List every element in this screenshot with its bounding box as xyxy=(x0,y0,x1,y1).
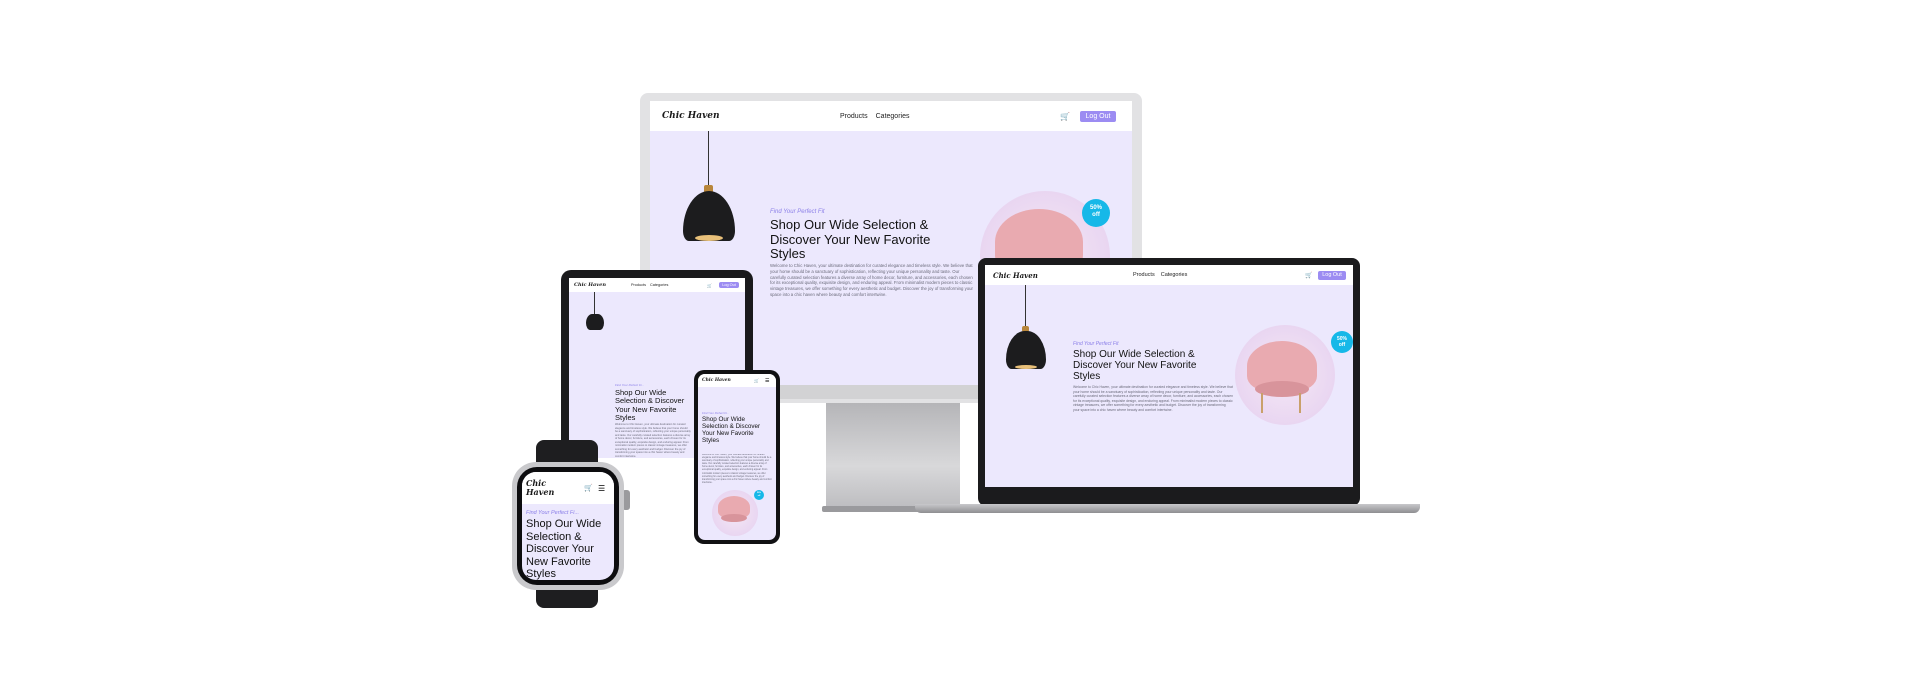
badge-off: off xyxy=(757,495,761,497)
pendant-lamp-shade xyxy=(683,191,735,241)
phone-eyebrow: Find Your Perfect Fi... xyxy=(702,411,729,415)
laptop-heading: Shop Our Wide Selection & Discover Your … xyxy=(1073,349,1197,383)
phone-heading: Shop Our Wide Selection & Discover Your … xyxy=(702,416,761,445)
badge-percent: 50% xyxy=(756,492,761,494)
tablet-nav: Chic Haven Products Categories 🛒 Log Out xyxy=(569,278,745,292)
badge-off: off xyxy=(1338,342,1346,348)
watch-bezel: Chic Haven 🛒 ☰ Find Your Perfect Fi... S… xyxy=(517,467,619,585)
discount-badge: 50% off xyxy=(1331,331,1353,353)
monitor-stand xyxy=(826,403,960,508)
desktop-eyebrow: Find Your Perfect Fit xyxy=(770,209,825,215)
watch-logo[interactable]: Chic Haven xyxy=(526,479,554,497)
phone-logo[interactable]: Chic Haven xyxy=(702,378,731,383)
cart-icon[interactable]: 🛒 xyxy=(1305,272,1312,279)
discount-badge: 50% off xyxy=(1082,199,1110,227)
tablet-paragraph: Welcome to Chic Haven, your ultimate des… xyxy=(615,423,691,457)
phone-screen: Chic Haven 🛒 ☰ Find Your Perfect Fi... S… xyxy=(698,374,776,540)
hamburger-menu-icon[interactable]: ☰ xyxy=(765,378,769,384)
laptop-nav-categories[interactable]: Categories xyxy=(1161,272,1188,278)
tablet-logo[interactable]: Chic Haven xyxy=(574,282,606,288)
pendant-lamp-shade xyxy=(586,314,604,330)
cart-icon[interactable]: 🛒 xyxy=(707,283,712,288)
desktop-nav: Chic Haven Products Categories 🛒 Log Out xyxy=(650,101,1132,131)
pendant-lamp-cord xyxy=(594,292,595,314)
chair-leg xyxy=(1299,393,1301,413)
phone-nav: Chic Haven 🛒 ☰ xyxy=(698,374,776,387)
laptop-logout-button[interactable]: Log Out xyxy=(1318,270,1346,280)
pendant-lamp-shade xyxy=(1006,331,1046,369)
cart-icon[interactable]: 🛒 xyxy=(1060,112,1070,121)
badge-off: off xyxy=(1092,212,1100,218)
laptop-eyebrow: Find Your Perfect Fit xyxy=(1073,341,1119,347)
laptop-base xyxy=(915,504,1420,513)
chair-leg xyxy=(1261,393,1263,413)
desktop-nav-products[interactable]: Products xyxy=(840,113,868,120)
desktop-heading: Shop Our Wide Selection & Discover Your … xyxy=(770,217,931,262)
desktop-logout-button[interactable]: Log Out xyxy=(1080,110,1116,122)
cart-icon[interactable]: 🛒 xyxy=(754,378,759,383)
pendant-lamp-cord xyxy=(708,131,709,186)
pendant-lamp-bulb xyxy=(1015,365,1037,369)
watch-eyebrow: Find Your Perfect Fi... xyxy=(526,510,580,516)
watch-screen: Chic Haven 🛒 ☰ Find Your Perfect Fi... S… xyxy=(522,472,614,580)
laptop: Chic Haven Products Categories 🛒 Log Out… xyxy=(978,258,1360,506)
phone: Chic Haven 🛒 ☰ Find Your Perfect Fi... S… xyxy=(694,370,780,544)
cart-icon[interactable]: 🛒 xyxy=(584,484,593,492)
pendant-lamp-bulb xyxy=(695,235,723,241)
smartwatch: Chic Haven 🛒 ☰ Find Your Perfect Fi... S… xyxy=(512,462,624,590)
tablet-eyebrow: Find Your Perfect Fi... xyxy=(615,383,644,387)
badge-percent: 50% xyxy=(1089,205,1102,211)
watch-nav: Chic Haven 🛒 ☰ xyxy=(522,472,614,504)
phone-paragraph: Welcome to Chic Haven, your ultimate des… xyxy=(702,454,772,484)
discount-badge: 50% off xyxy=(754,490,764,500)
laptop-screen: Chic Haven Products Categories 🛒 Log Out… xyxy=(985,265,1353,487)
desktop-nav-categories[interactable]: Categories xyxy=(876,113,910,120)
laptop-paragraph: Welcome to Chic Haven, your ultimate des… xyxy=(1073,385,1234,412)
tablet-nav-products[interactable]: Products xyxy=(631,283,646,287)
tablet-logout-button[interactable]: Log Out xyxy=(719,282,739,288)
desktop-paragraph: Welcome to Chic Haven, your ultimate des… xyxy=(770,263,973,297)
tablet-heading: Shop Our Wide Selection & Discover Your … xyxy=(615,388,685,423)
watch-heading: Shop Our Wide Selection & Discover Your … xyxy=(526,518,602,580)
tablet-nav-categories[interactable]: Categories xyxy=(650,283,668,287)
laptop-nav-products[interactable]: Products xyxy=(1133,272,1155,278)
laptop-nav: Chic Haven Products Categories 🛒 Log Out xyxy=(985,265,1353,285)
laptop-logo[interactable]: Chic Haven xyxy=(993,271,1038,280)
chair-seat xyxy=(721,514,747,522)
desktop-logo[interactable]: Chic Haven xyxy=(662,111,720,121)
pendant-lamp-cord xyxy=(1025,285,1026,327)
hamburger-menu-icon[interactable]: ☰ xyxy=(598,484,605,493)
watch-logo-line2: Haven xyxy=(526,487,555,497)
